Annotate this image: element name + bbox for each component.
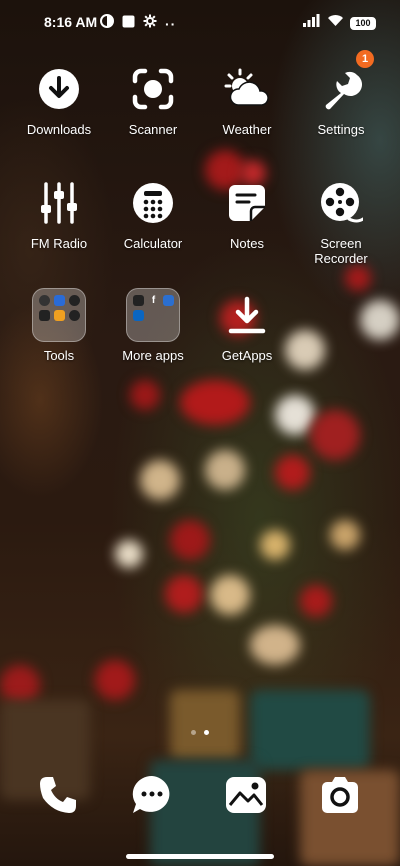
signal-icon — [303, 14, 321, 32]
wifi-icon — [327, 14, 344, 32]
app-mini-icon — [54, 295, 65, 306]
camera-icon — [318, 775, 362, 820]
app-mini-icon — [39, 310, 50, 321]
dock-phone[interactable] — [33, 772, 83, 822]
app-mini-icon — [39, 295, 50, 306]
status-bar: 8:16 AM ·· 100 — [0, 0, 400, 44]
gesture-nav-handle[interactable] — [126, 854, 274, 859]
app-label: FM Radio — [30, 236, 88, 251]
dock-camera[interactable] — [315, 772, 365, 822]
scanner-icon — [126, 62, 180, 116]
film-reel-icon — [314, 176, 368, 230]
app-scanner[interactable]: Scanner — [107, 62, 199, 137]
gear-icon — [143, 14, 157, 33]
app-mini-icon: f — [151, 295, 156, 306]
battery-indicator: 100 — [350, 16, 376, 30]
app-label: Downloads — [26, 122, 92, 137]
app-mini-icon — [133, 295, 144, 306]
app-label: Screen Recorder — [314, 236, 368, 266]
download-icon — [32, 62, 86, 116]
wrench-icon: 1 — [314, 50, 374, 116]
calculator-icon — [126, 176, 180, 230]
app-notes[interactable]: Notes — [201, 176, 293, 251]
app-label: Tools — [43, 348, 75, 363]
get-apps-icon — [220, 288, 274, 342]
page-dot-active[interactable] — [204, 730, 209, 735]
app-getapps[interactable]: GetApps — [201, 288, 293, 363]
status-time: 8:16 AM — [44, 14, 98, 30]
app-screen-recorder[interactable]: Screen Recorder — [295, 176, 387, 266]
app-label: Calculator — [123, 236, 183, 251]
weather-icon — [220, 62, 274, 116]
app-mini-icon — [133, 310, 144, 321]
page-dot[interactable] — [191, 730, 196, 735]
app-label: Weather — [222, 122, 272, 137]
more-dots-icon: ·· — [165, 15, 177, 32]
folder-icon — [32, 288, 86, 342]
app-label: Notes — [230, 236, 264, 251]
app-label: More apps — [122, 348, 184, 363]
equalizer-icon — [32, 176, 86, 230]
page-indicator — [0, 730, 400, 735]
folder-more-apps[interactable]: f More apps — [107, 288, 199, 363]
data-saver-icon — [100, 14, 114, 33]
app-label: GetApps — [221, 348, 273, 363]
folder-tools[interactable]: Tools — [13, 288, 105, 363]
folder-icon: f — [126, 288, 180, 342]
notification-badge: 1 — [356, 50, 374, 68]
dock-messages[interactable] — [127, 772, 177, 822]
app-mini-icon — [69, 295, 80, 306]
app-fm-radio[interactable]: FM Radio — [13, 176, 105, 251]
app-label: Scanner — [128, 122, 178, 137]
app-weather[interactable]: Weather — [201, 62, 293, 137]
notes-icon — [220, 176, 274, 230]
square-notification-icon — [122, 15, 135, 33]
app-mini-icon — [69, 310, 80, 321]
messages-icon — [130, 773, 174, 822]
app-label: Settings — [317, 122, 365, 137]
app-settings[interactable]: 1 Settings — [295, 50, 387, 137]
app-mini-icon — [163, 295, 174, 306]
dock-gallery[interactable] — [221, 772, 271, 822]
gallery-icon — [224, 775, 268, 820]
app-downloads[interactable]: Downloads — [13, 62, 105, 137]
phone-icon — [37, 774, 79, 821]
app-mini-icon — [54, 310, 65, 321]
app-calculator[interactable]: Calculator — [107, 176, 199, 251]
